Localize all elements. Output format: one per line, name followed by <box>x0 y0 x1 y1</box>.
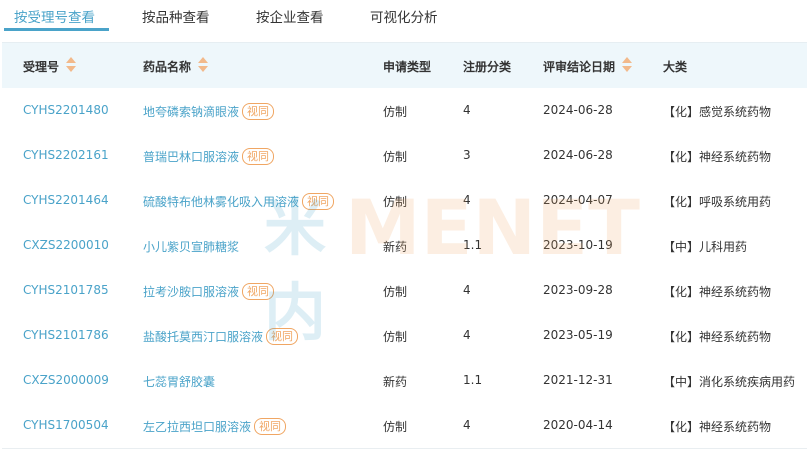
header-category: 大类 <box>663 60 688 74</box>
application-type-cell: 新药 <box>383 240 408 254</box>
application-type-cell: 仿制 <box>383 330 408 344</box>
table-row[interactable]: CXZS2000009 七蕊胃舒胶囊 新药 1.1 2021-12-31 【中】消化系统疾… <box>2 358 807 404</box>
registration-class-cell: 4 <box>463 283 471 297</box>
application-type-cell: 仿制 <box>383 105 408 119</box>
accept-no-text[interactable]: CYHS2101785 <box>23 283 109 297</box>
drug-name-cell: 拉考沙胺口服溶液 视同 <box>143 283 275 300</box>
accept-no-link[interactable]: CXZS2000009 <box>23 373 109 387</box>
registration-class-cell: 4 <box>463 328 471 342</box>
drug-name-link[interactable]: 七蕊胃舒胶囊 <box>143 375 215 389</box>
accept-no-link[interactable]: CYHS2201464 <box>23 193 109 207</box>
view-tabs: 按受理号查看 按品种查看 按企业查看 可视化分析 <box>0 0 807 31</box>
active-tab-indicator <box>4 28 109 31</box>
category-cell: 【化】神经系统药物 <box>663 420 772 434</box>
table-row[interactable]: CYHS2201464 硫酸特布他林雾化吸入用溶液 视同 仿制 4 2024-04-07 【… <box>2 178 807 224</box>
accept-no-text[interactable]: CXZS2000009 <box>23 373 109 387</box>
table-row[interactable]: CXZS2200010 小儿紫贝宣肺糖浆 新药 1.1 2023-10-19 【中】儿科用… <box>2 223 807 269</box>
table-row[interactable]: CYHS2101786 盐酸托莫西汀口服溶液 视同 仿制 4 2023-05-19 【化】神… <box>2 313 807 359</box>
registration-class-cell: 1.1 <box>463 373 483 387</box>
drug-name-link[interactable]: 硫酸特布他林雾化吸入用溶液 <box>143 195 299 209</box>
drug-name-link[interactable]: 地夸磷索钠滴眼液 <box>143 105 239 119</box>
review-date-cell: 2020-04-14 <box>543 418 613 432</box>
sort-accept-no-icon[interactable] <box>66 57 76 75</box>
registration-class-cell: 1.1 <box>463 238 483 252</box>
accept-no-text[interactable]: CYHS2201480 <box>23 103 109 117</box>
drug-name-cell: 地夸磷索钠滴眼液 视同 <box>143 103 275 120</box>
accept-no-link[interactable]: CYHS2101786 <box>23 328 109 342</box>
accept-no-text[interactable]: CYHS2201464 <box>23 193 109 207</box>
sort-review-date-icon[interactable] <box>622 57 632 75</box>
registration-class-cell: 4 <box>463 103 471 117</box>
review-date-cell: 2023-09-28 <box>543 283 613 297</box>
accept-no-link[interactable]: CYHS2201480 <box>23 103 109 117</box>
equivalence-badge: 视同 <box>242 148 275 165</box>
table-row[interactable]: CYHS2101785 拉考沙胺口服溶液 视同 仿制 4 2023-09-28 【化】神经系… <box>2 268 807 314</box>
drug-name-link[interactable]: 左乙拉西坦口服溶液 <box>143 420 251 434</box>
table-header: 受理号 药品名称 申请类型 注册分类 评审结论日期 大类 <box>2 43 807 89</box>
table-row[interactable]: CYHS2202161 普瑞巴林口服溶液 视同 仿制 3 2024-06-28 【化】神经系… <box>2 133 807 179</box>
accept-no-link[interactable]: CXZS2200010 <box>23 238 109 252</box>
drug-name-link[interactable]: 拉考沙胺口服溶液 <box>143 285 239 299</box>
category-cell: 【化】感觉系统药物 <box>663 105 772 119</box>
header-accept-no[interactable]: 受理号 <box>23 58 59 75</box>
header-drug-name[interactable]: 药品名称 <box>143 58 191 75</box>
tab-by-variety[interactable]: 按品种查看 <box>142 6 210 26</box>
drug-name-cell: 七蕊胃舒胶囊 <box>143 373 215 390</box>
review-date-cell: 2023-05-19 <box>543 328 613 342</box>
equivalence-badge: 视同 <box>266 328 299 345</box>
accept-no-text[interactable]: CXZS2200010 <box>23 238 109 252</box>
equivalence-badge: 视同 <box>302 193 335 210</box>
tab-by-company[interactable]: 按企业查看 <box>256 6 324 26</box>
tab-by-accept-no[interactable]: 按受理号查看 <box>14 6 95 26</box>
review-date-cell: 2024-06-28 <box>543 148 613 162</box>
drug-name-cell: 小儿紫贝宣肺糖浆 <box>143 238 239 255</box>
drug-name-link[interactable]: 普瑞巴林口服溶液 <box>143 150 239 164</box>
review-date-cell: 2024-06-28 <box>543 103 613 117</box>
accept-no-link[interactable]: CYHS2202161 <box>23 148 109 162</box>
table-row[interactable]: CYHS1700504 左乙拉西坦口服溶液 视同 仿制 4 2020-04-14 【化】神经… <box>2 403 807 449</box>
category-cell: 【化】神经系统药物 <box>663 285 772 299</box>
application-type-cell: 新药 <box>383 375 408 389</box>
application-type-cell: 仿制 <box>383 195 408 209</box>
drug-name-cell: 盐酸托莫西汀口服溶液 视同 <box>143 328 299 345</box>
review-date-cell: 2023-10-19 <box>543 238 613 252</box>
application-type-cell: 仿制 <box>383 285 408 299</box>
drug-name-cell: 普瑞巴林口服溶液 视同 <box>143 148 275 165</box>
category-cell: 【化】神经系统药物 <box>663 150 772 164</box>
application-type-cell: 仿制 <box>383 420 408 434</box>
table-row[interactable]: CYHS2201480 地夸磷索钠滴眼液 视同 仿制 4 2024-06-28 【化】感觉系… <box>2 88 807 134</box>
category-cell: 【化】呼吸系统用药 <box>663 195 772 209</box>
accept-no-link[interactable]: CYHS2101785 <box>23 283 109 297</box>
equivalence-badge: 视同 <box>254 418 287 435</box>
tab-visual-analysis[interactable]: 可视化分析 <box>370 6 438 26</box>
registration-class-cell: 4 <box>463 418 471 432</box>
accept-no-text[interactable]: CYHS2101786 <box>23 328 109 342</box>
review-date-cell: 2021-12-31 <box>543 373 613 387</box>
accept-no-link[interactable]: CYHS1700504 <box>23 418 109 432</box>
header-review-date[interactable]: 评审结论日期 <box>543 58 615 75</box>
registration-class-cell: 3 <box>463 148 471 162</box>
equivalence-badge: 视同 <box>242 103 275 120</box>
header-registration-class: 注册分类 <box>463 60 512 74</box>
drug-name-link[interactable]: 盐酸托莫西汀口服溶液 <box>143 330 263 344</box>
drug-name-link[interactable]: 小儿紫贝宣肺糖浆 <box>143 240 239 254</box>
category-cell: 【化】神经系统药物 <box>663 330 772 344</box>
review-date-cell: 2024-04-07 <box>543 193 613 207</box>
results-table: 受理号 药品名称 申请类型 注册分类 评审结论日期 大类 CYHS2201480… <box>2 42 807 449</box>
category-cell: 【中】消化系统疾病用药 <box>663 375 796 389</box>
drug-name-cell: 硫酸特布他林雾化吸入用溶液 视同 <box>143 193 335 210</box>
drug-name-cell: 左乙拉西坦口服溶液 视同 <box>143 418 287 435</box>
registration-class-cell: 4 <box>463 193 471 207</box>
category-cell: 【中】儿科用药 <box>663 240 748 254</box>
accept-no-text[interactable]: CYHS1700504 <box>23 418 109 432</box>
application-type-cell: 仿制 <box>383 150 408 164</box>
header-application-type: 申请类型 <box>383 60 432 74</box>
equivalence-badge: 视同 <box>242 283 275 300</box>
accept-no-text[interactable]: CYHS2202161 <box>23 148 109 162</box>
sort-drug-name-icon[interactable] <box>198 57 208 75</box>
